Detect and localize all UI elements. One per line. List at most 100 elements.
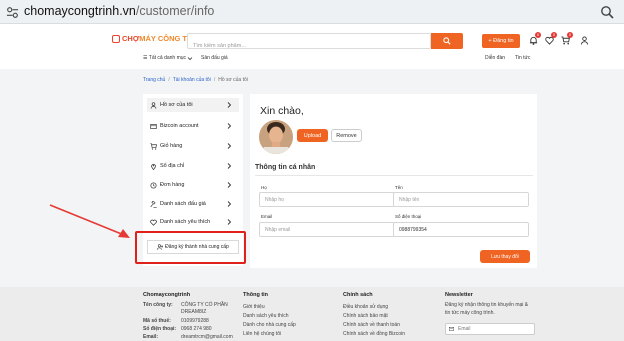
- greeting-heading: Xin chào,: [260, 105, 304, 117]
- site-footer: Chomaycongtrinh Tên công ty: CÔNG TY CỔ …: [0, 287, 624, 341]
- breadcrumb: Trang chủ / Tài khoản của tôi / Hồ sơ của tô…: [143, 77, 248, 83]
- first-name-input[interactable]: [393, 192, 529, 207]
- phone-field[interactable]: [393, 222, 529, 237]
- breadcrumb-separator: /: [213, 77, 216, 83]
- footer-link[interactable]: Chính sách về thanh toán: [343, 322, 400, 328]
- search-button[interactable]: [431, 33, 463, 49]
- remove-button[interactable]: Remove: [331, 129, 362, 142]
- url-host: chomaycongtrinh.vn: [24, 4, 136, 18]
- chevron-down-icon: [187, 56, 193, 60]
- news-link[interactable]: Tin tức: [515, 55, 530, 61]
- footer-phone-value: 0968 274 980: [181, 326, 212, 332]
- newsletter-email-input[interactable]: [445, 323, 535, 335]
- logo-mark-icon: [112, 34, 120, 43]
- breadcrumb-current: Hồ sơ của tôi: [218, 77, 248, 83]
- chevron-right-icon: [227, 182, 232, 188]
- section-divider: [255, 175, 533, 176]
- user-icon[interactable]: [580, 36, 589, 45]
- sidebar-item-label: Đơn hàng: [160, 182, 185, 188]
- post-listing-button[interactable]: + Đăng tin: [482, 34, 520, 48]
- phone-label: Số điện thoại: [395, 214, 422, 219]
- chevron-right-icon: [227, 123, 232, 129]
- site-info-icon[interactable]: [6, 6, 19, 19]
- first-name-label: Tên: [395, 185, 403, 190]
- footer-policy-title: Chính sách: [343, 292, 373, 298]
- breadcrumb-home[interactable]: Trang chủ: [143, 77, 165, 83]
- sidebar-item-label: Danh sách yêu thích: [160, 219, 211, 225]
- forum-link[interactable]: Diễn đàn: [485, 55, 505, 61]
- profile-panel: [250, 94, 537, 268]
- sidebar-item-wishlist[interactable]: Danh sách yêu thích: [147, 215, 239, 229]
- newsletter-title: Newsletter: [445, 292, 473, 298]
- email-field[interactable]: [259, 222, 395, 237]
- footer-email-label: Email:: [143, 334, 159, 340]
- sidebar-item-cart[interactable]: Giỏ hàng: [147, 139, 239, 153]
- footer-company-label: Tên công ty:: [143, 302, 173, 308]
- chevron-right-icon: [227, 102, 232, 108]
- avatar-image: [259, 120, 293, 154]
- mail-icon: [449, 327, 454, 331]
- avatar[interactable]: [259, 120, 293, 154]
- search-input[interactable]: [188, 39, 430, 53]
- footer-link[interactable]: Liên hệ chúng tôi: [243, 331, 281, 337]
- chevron-right-icon: [227, 143, 232, 149]
- annotation-arrow-icon: [49, 204, 130, 238]
- highlight-box: [135, 231, 246, 264]
- sidebar-item-label: Giỏ hàng: [160, 143, 183, 149]
- sidebar-item-label: Hồ sơ của tôi: [160, 102, 193, 108]
- wallet-icon: [150, 123, 157, 129]
- search-box: [187, 33, 431, 53]
- sidebar-item-auctions[interactable]: Danh sách đấu giá: [147, 197, 239, 211]
- browser-address-bar[interactable]: chomaycongtrinh.vn/customer/info: [0, 0, 624, 24]
- footer-link[interactable]: Danh sách yêu thích: [243, 313, 289, 319]
- last-name-input[interactable]: [259, 192, 395, 207]
- all-categories-menu[interactable]: ☰ Tất cả danh mục: [143, 55, 193, 61]
- footer-link[interactable]: Chính sách bảo mật: [343, 313, 388, 319]
- email-label: Email: [261, 214, 273, 219]
- footer-link[interactable]: Giới thiệu: [243, 304, 265, 310]
- upload-button[interactable]: Upload: [297, 129, 328, 142]
- footer-tax-label: Mã số thuế:: [143, 318, 171, 324]
- footer-company-value-2: DREAM8IZ: [181, 309, 207, 315]
- notification-badge: 0: [535, 32, 541, 38]
- url-path: /customer/info: [135, 4, 215, 18]
- chevron-right-icon: [227, 201, 232, 207]
- sidebar-item-orders[interactable]: Đơn hàng: [147, 178, 239, 192]
- footer-info-title: Thông tin: [243, 292, 269, 298]
- footer-tax-value: 0109979288: [181, 318, 209, 324]
- sidebar-item-bizcoin[interactable]: Bizcoin account: [147, 119, 239, 133]
- newsletter-text-2: tin tức máy công trình.: [445, 310, 495, 316]
- footer-link[interactable]: Chính sách về đồng Bizcoin: [343, 331, 405, 337]
- sidebar-item-address-book[interactable]: Sổ địa chỉ: [147, 159, 239, 173]
- heart-icon: [150, 219, 157, 226]
- chevron-right-icon: [227, 219, 232, 225]
- orders-icon: [150, 181, 157, 189]
- sidebar-item-label: Bizcoin account: [160, 123, 199, 129]
- sidebar-item-label: Danh sách đấu giá: [160, 201, 206, 207]
- sidebar-item-profile[interactable]: Hồ sơ của tôi: [147, 98, 239, 112]
- personal-info-title: Thông tin cá nhân: [255, 164, 316, 171]
- logo-text-part1: CHỢ: [122, 34, 140, 43]
- url-text[interactable]: chomaycongtrinh.vn/customer/info: [24, 4, 214, 18]
- breadcrumb-account[interactable]: Tài khoản của tôi: [173, 77, 211, 83]
- wishlist-badge: 0: [551, 32, 557, 38]
- footer-company-value: CÔNG TY CỔ PHẦN: [181, 302, 228, 308]
- footer-link[interactable]: Điều khoản sử dụng: [343, 304, 388, 310]
- user-icon: [150, 101, 157, 109]
- footer-phone-label: Số điện thoại:: [143, 326, 177, 332]
- all-categories-label: ☰ Tất cả danh mục: [143, 55, 187, 61]
- chevron-right-icon: [227, 163, 232, 169]
- auction-link[interactable]: Sản đấu giá: [201, 55, 228, 61]
- sidebar-item-label: Sổ địa chỉ: [160, 163, 185, 169]
- save-changes-button[interactable]: Lưu thay đổi: [480, 250, 530, 263]
- newsletter-text: Đăng ký nhận thông tin khuyến mại &: [445, 302, 529, 308]
- gavel-icon: [150, 200, 157, 208]
- search-icon: [443, 37, 451, 45]
- footer-link[interactable]: Dành cho nhà cung cấp: [243, 322, 296, 328]
- cart-badge: 0: [567, 32, 573, 38]
- breadcrumb-separator: /: [168, 77, 170, 83]
- footer-brand: Chomaycongtrinh: [143, 292, 191, 298]
- cart-icon: [150, 142, 157, 150]
- location-pin-icon: [151, 163, 156, 170]
- zoom-icon[interactable]: [600, 5, 614, 19]
